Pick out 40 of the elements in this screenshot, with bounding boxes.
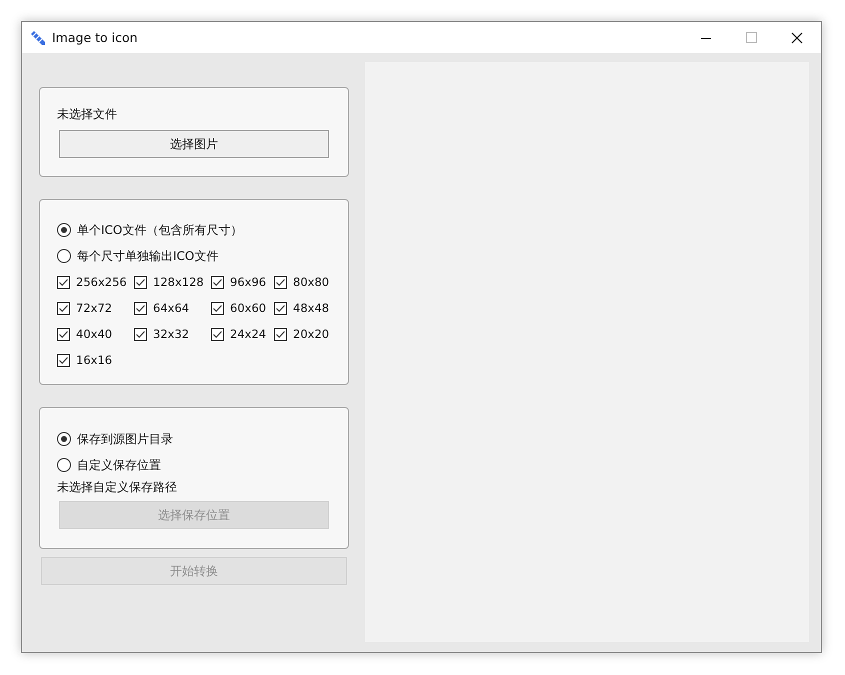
checkbox[interactable] (57, 302, 70, 314)
checkbox[interactable] (57, 354, 70, 366)
checkbox[interactable] (211, 302, 224, 314)
choose-image-button[interactable]: 选择图片 (59, 130, 329, 158)
size-label: 80x80 (293, 275, 330, 289)
checkbox[interactable] (134, 276, 147, 288)
size-label: 96x96 (230, 275, 266, 289)
file-status-label: 未选择文件 (57, 106, 118, 123)
checkbox[interactable] (274, 276, 287, 288)
radio-label: 保存到源图片目录 (77, 430, 173, 448)
window-title: Image to icon (52, 30, 138, 45)
size-label: 72x72 (76, 301, 112, 315)
checkbox[interactable] (274, 302, 287, 314)
checkbox[interactable] (57, 276, 70, 288)
checkbox[interactable] (211, 276, 224, 288)
radio-button[interactable] (57, 458, 71, 472)
checkbox[interactable] (274, 328, 287, 340)
size-label: 16x16 (76, 353, 112, 367)
save-path-status-label: 未选择自定义保存路径 (57, 479, 178, 496)
radio-button[interactable] (57, 223, 71, 237)
size-label: 128x128 (153, 275, 204, 289)
close-icon[interactable] (791, 32, 803, 44)
checkbox[interactable] (134, 328, 147, 340)
size-label: 256x256 (76, 275, 127, 289)
checkbox[interactable] (57, 328, 70, 340)
checkbox[interactable] (134, 302, 147, 314)
radio-button[interactable] (57, 432, 71, 446)
size-label: 64x64 (153, 301, 190, 315)
size-label: 32x32 (153, 327, 190, 341)
radio-button[interactable] (57, 249, 71, 263)
size-label: 60x60 (230, 301, 266, 315)
radio-label: 每个尺寸单独输出ICO文件 (77, 248, 218, 264)
radio-label: 单个ICO文件（包含所有尺寸） (77, 222, 242, 238)
radio-label: 自定义保存位置 (77, 456, 161, 474)
size-label: 40x40 (76, 327, 112, 341)
size-label: 20x20 (293, 327, 330, 341)
checkbox[interactable] (211, 328, 224, 340)
size-label: 24x24 (230, 327, 266, 341)
size-label: 48x48 (293, 301, 330, 315)
pencil-icon (30, 30, 46, 46)
